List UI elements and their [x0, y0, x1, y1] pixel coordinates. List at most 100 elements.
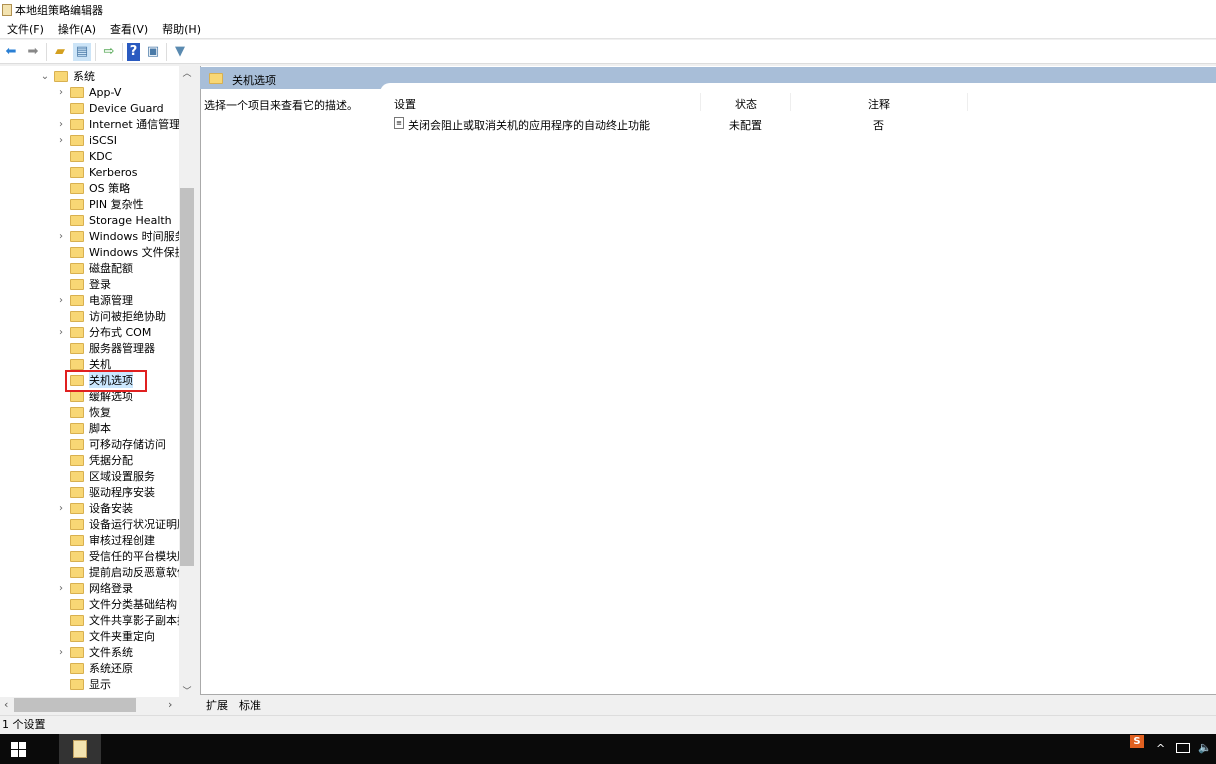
tree-item[interactable]: 访问被拒绝协助 — [56, 308, 166, 324]
chevron-up-icon[interactable]: ^ — [1156, 742, 1165, 755]
taskbar-app-gpedit[interactable] — [59, 734, 101, 764]
tree-item[interactable]: 恢复 — [56, 404, 111, 420]
network-icon[interactable] — [1176, 743, 1190, 753]
menu-view[interactable]: 查看(V) — [103, 21, 155, 37]
tree-item-label: 访问被拒绝协助 — [89, 310, 166, 323]
column-divider[interactable] — [790, 93, 791, 111]
table-row[interactable]: ≡ 关闭会阻止或取消关机的应用程序的自动终止功能 未配置 否 — [392, 115, 992, 132]
tree-item[interactable]: 区域设置服务 — [56, 468, 155, 484]
tree-item[interactable]: › App-V — [56, 84, 121, 100]
tree-item[interactable]: PIN 复杂性 — [56, 196, 144, 212]
tab-standard[interactable]: 标准 — [239, 697, 261, 713]
help-icon[interactable]: ? — [127, 42, 140, 61]
menu-help[interactable]: 帮助(H) — [155, 21, 208, 37]
tree-item[interactable]: 显示 — [56, 676, 111, 692]
chevron-right-icon[interactable]: › — [56, 135, 66, 146]
input-method-icon[interactable]: S — [1130, 735, 1144, 748]
tree-scroll-thumb[interactable] — [180, 188, 194, 566]
tree-item[interactable]: 脚本 — [56, 420, 111, 436]
tree-item[interactable]: 驱动程序安装 — [56, 484, 155, 500]
column-header-comment[interactable]: 注释 — [868, 96, 890, 112]
chevron-right-icon[interactable]: › — [56, 231, 66, 242]
tree-item-label: 驱动程序安装 — [89, 486, 155, 499]
separator — [46, 42, 47, 61]
chevron-right-icon[interactable]: › — [56, 327, 66, 338]
tree-item[interactable]: Windows 文件保护 — [56, 244, 186, 260]
tree-item-label: 网络登录 — [89, 582, 133, 595]
tree-item[interactable]: 受信任的平台模块服务 — [56, 548, 194, 564]
tree-item-label: Internet 通信管理 — [89, 118, 181, 131]
column-divider[interactable] — [967, 93, 968, 111]
folder-icon — [70, 150, 84, 162]
column-header-state[interactable]: 状态 — [735, 96, 757, 112]
setting-name: 关闭会阻止或取消关机的应用程序的自动终止功能 — [408, 119, 650, 132]
scroll-down-icon[interactable]: ﹀ — [179, 684, 195, 697]
tree-item[interactable]: 服务器管理器 — [56, 340, 155, 356]
chevron-right-icon[interactable]: › — [56, 647, 66, 658]
tab-extended[interactable]: 扩展 — [206, 697, 228, 713]
tree-item[interactable]: › Internet 通信管理 — [56, 116, 180, 132]
chevron-right-icon[interactable]: › — [56, 503, 66, 514]
tree-item[interactable]: 提前启动反恶意软件 — [56, 564, 188, 580]
scroll-left-icon[interactable]: ‹ — [4, 698, 8, 711]
tree-item[interactable]: 文件共享影子副本提供程序 — [56, 612, 194, 628]
tree-hscroll-thumb[interactable] — [14, 698, 136, 712]
setting-comment: 否 — [873, 119, 884, 132]
tree-item-system[interactable]: ⌄ 系统 — [40, 68, 95, 84]
tree-item[interactable]: 审核过程创建 — [56, 532, 155, 548]
folder-icon — [70, 358, 84, 370]
scroll-up-icon[interactable]: ︿ — [179, 66, 195, 79]
tree-item[interactable]: › 文件系统 — [56, 644, 133, 660]
chevron-right-icon[interactable]: › — [56, 87, 66, 98]
tree-item[interactable]: › 设备安装 — [56, 500, 133, 516]
back-icon[interactable]: ⬅ — [2, 43, 20, 61]
tree-item-label: 恢复 — [89, 406, 111, 419]
menu-file[interactable]: 文件(F) — [0, 21, 51, 37]
up-folder-icon[interactable]: ▰ — [51, 43, 69, 61]
tree-item[interactable]: 文件夹重定向 — [56, 628, 155, 644]
chevron-down-icon[interactable]: ⌄ — [40, 71, 50, 82]
folder-icon — [70, 182, 84, 194]
export-icon[interactable]: ⇨ — [100, 43, 118, 61]
tree-item[interactable]: › 分布式 COM — [56, 324, 151, 340]
tree-item-label: 脚本 — [89, 422, 111, 435]
chevron-right-icon[interactable]: › — [56, 583, 66, 594]
column-divider[interactable] — [700, 93, 701, 111]
tree-item[interactable]: 可移动存储访问 — [56, 436, 166, 452]
tree-item-label: OS 策略 — [89, 182, 131, 195]
tree-item[interactable]: Kerberos — [56, 164, 137, 180]
tree-item[interactable]: › Windows 时间服务 — [56, 228, 186, 244]
tree-item[interactable]: 系统还原 — [56, 660, 133, 676]
properties-icon[interactable]: ▣ — [144, 43, 162, 61]
menu-action[interactable]: 操作(A) — [51, 21, 103, 37]
tree-item-label: 电源管理 — [89, 294, 133, 307]
folder-icon — [70, 134, 84, 146]
chevron-right-icon[interactable]: › — [56, 119, 66, 130]
tree-item[interactable]: 设备运行状况证明服务 — [56, 516, 194, 532]
column-header-setting[interactable]: 设置 — [394, 96, 416, 112]
volume-icon[interactable]: 🔈 — [1198, 741, 1212, 754]
tree-item[interactable]: › iSCSI — [56, 132, 117, 148]
filter-icon[interactable]: ▼ — [171, 43, 189, 61]
tree-item[interactable]: 登录 — [56, 276, 111, 292]
scroll-right-icon[interactable]: › — [168, 698, 172, 711]
tree-item[interactable]: › 网络登录 — [56, 580, 133, 596]
title-bar: 本地组策略编辑器 — [0, 0, 1216, 19]
tree-item[interactable]: › 电源管理 — [56, 292, 133, 308]
setting-state: 未配置 — [729, 119, 762, 132]
windows-start-icon[interactable] — [11, 742, 26, 757]
chevron-right-icon[interactable]: › — [56, 295, 66, 306]
tree-item[interactable]: Device Guard — [56, 100, 164, 116]
taskbar: S ^ 🔈 — [0, 734, 1216, 764]
tree-item-label: 服务器管理器 — [89, 342, 155, 355]
tree-item[interactable]: Storage Health — [56, 212, 172, 228]
tree-item[interactable]: 文件分类基础结构 — [56, 596, 177, 612]
folder-icon — [70, 406, 84, 418]
tree-item[interactable]: 磁盘配额 — [56, 260, 133, 276]
tree-item[interactable]: 凭据分配 — [56, 452, 133, 468]
forward-icon[interactable]: ➡ — [24, 43, 42, 61]
tree-item[interactable]: KDC — [56, 148, 112, 164]
show-hide-tree-icon[interactable]: ▤ — [73, 42, 91, 61]
tree-item[interactable]: OS 策略 — [56, 180, 130, 196]
tree-item-label: 显示 — [89, 678, 111, 691]
